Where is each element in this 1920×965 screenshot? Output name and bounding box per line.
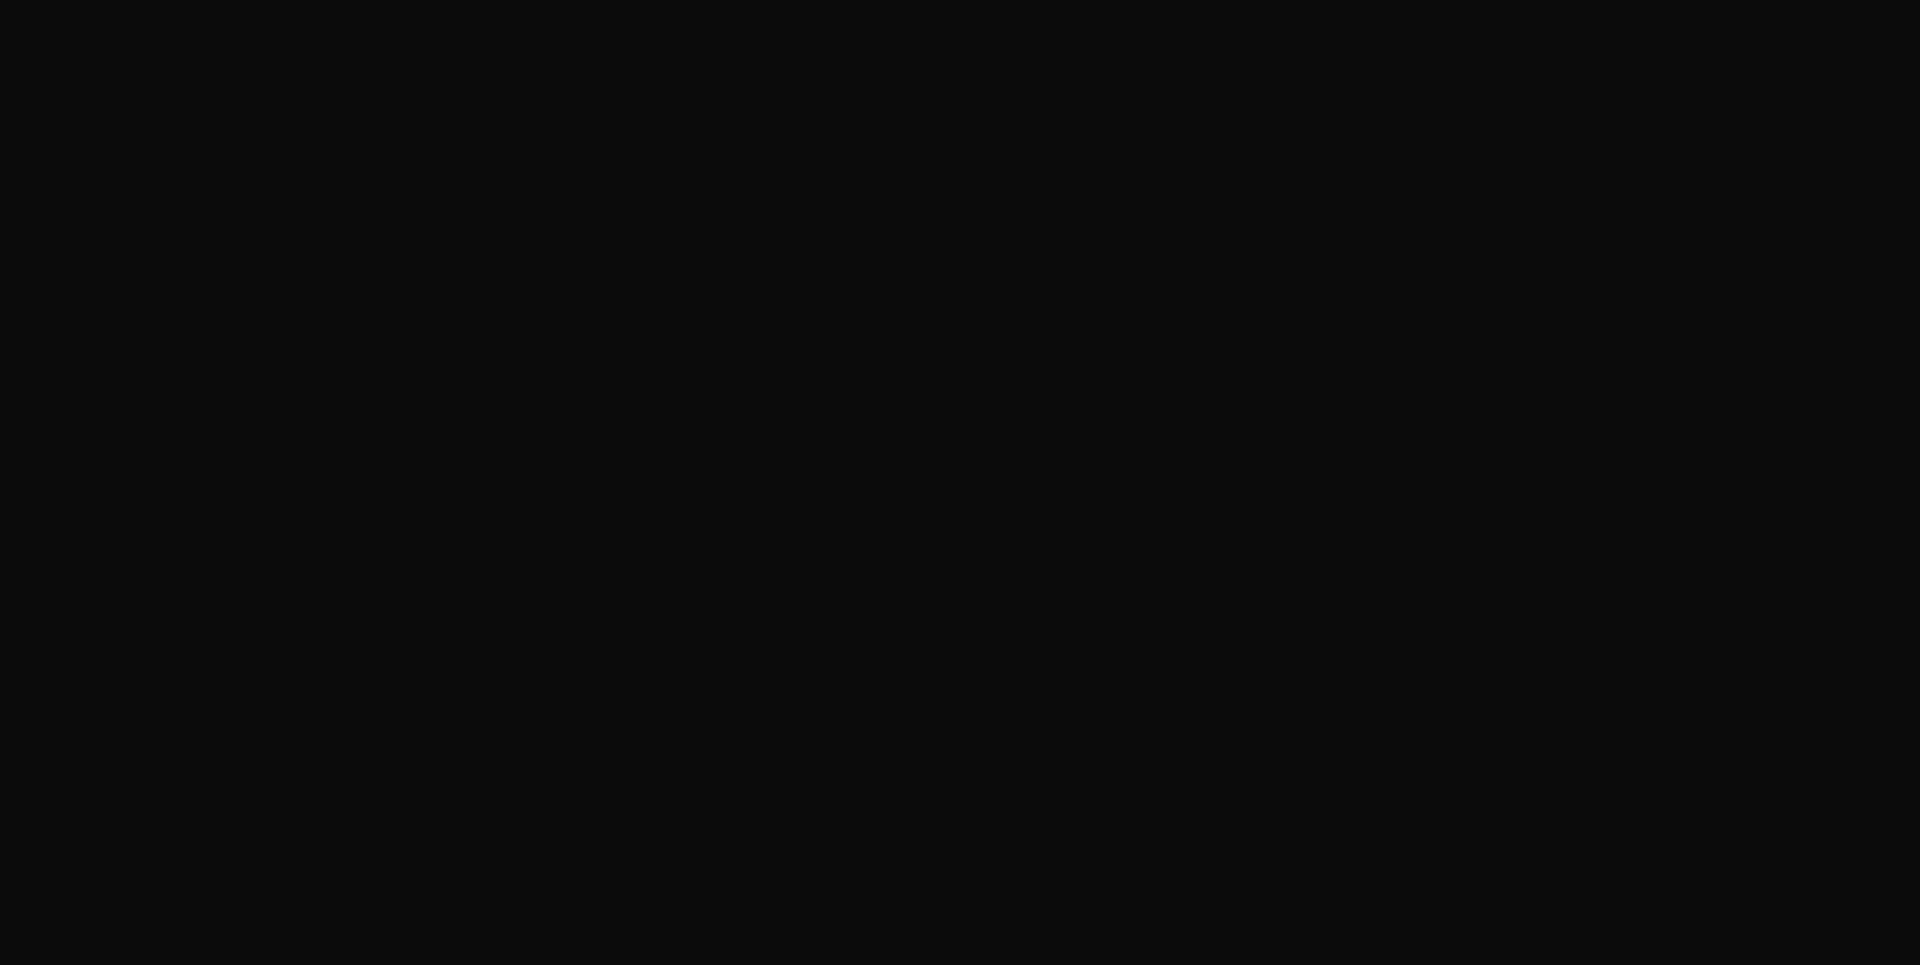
after-effects-timeline-workspace: [0, 0, 1920, 965]
